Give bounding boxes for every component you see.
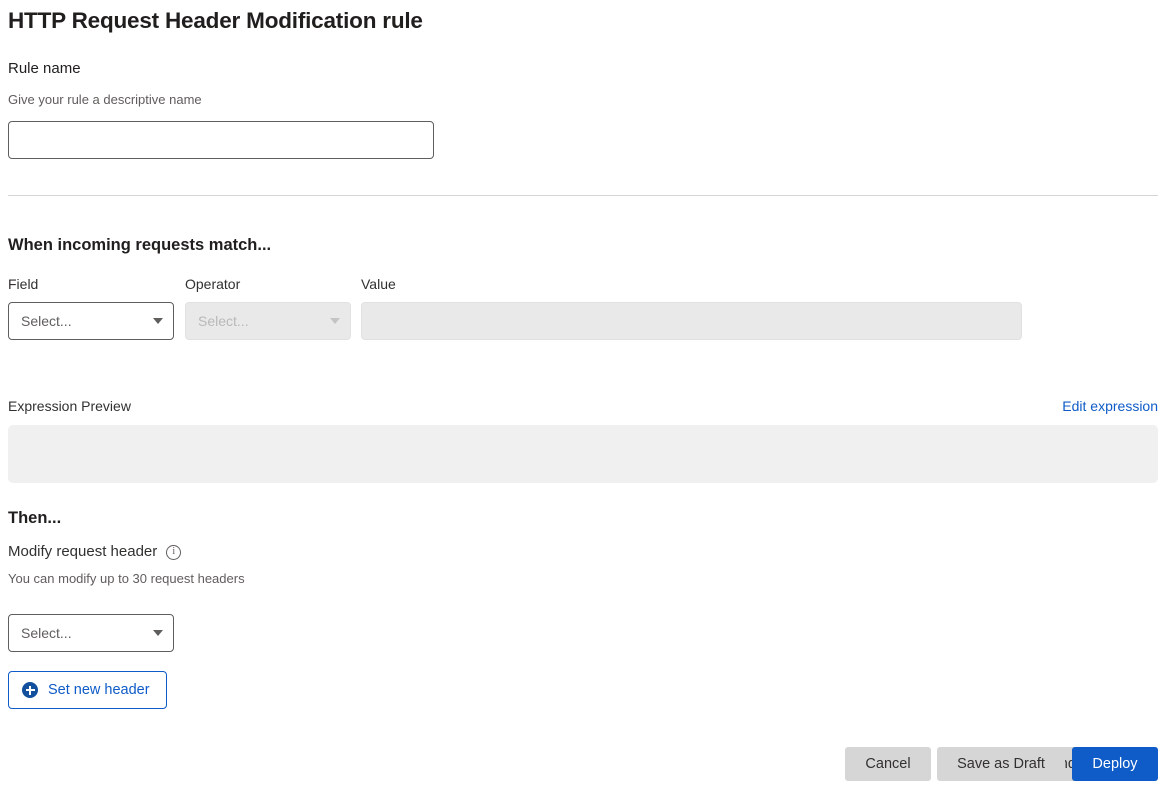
- set-new-header-label: Set new header: [48, 682, 150, 698]
- chevron-down-icon: [153, 630, 163, 636]
- header-action-select-value: Select...: [21, 625, 72, 641]
- field-select-value: Select...: [21, 313, 72, 329]
- modify-request-header-label: Modify request header: [8, 543, 158, 560]
- rule-name-label: Rule name: [8, 60, 81, 77]
- value-column-label: Value: [361, 276, 396, 292]
- modify-header-hint: You can modify up to 30 request headers: [8, 571, 245, 586]
- edit-expression-link[interactable]: Edit expression: [1062, 397, 1158, 416]
- set-new-header-button[interactable]: Set new header: [8, 671, 167, 709]
- save-as-draft-button[interactable]: Save as Draft: [937, 747, 1065, 781]
- expression-preview-label: Expression Preview: [8, 398, 131, 414]
- operator-select[interactable]: Select...: [185, 302, 351, 340]
- expression-preview-box: [8, 425, 1158, 483]
- then-section-heading: Then...: [8, 509, 62, 527]
- operator-select-value: Select...: [198, 313, 249, 329]
- cancel-button[interactable]: Cancel: [845, 747, 931, 781]
- rule-name-description: Give your rule a descriptive name: [8, 92, 202, 107]
- plus-circle-icon: [22, 682, 38, 698]
- operator-column-label: Operator: [185, 276, 241, 292]
- header-action-select[interactable]: Select...: [8, 614, 174, 652]
- deploy-button[interactable]: Deploy: [1072, 747, 1158, 781]
- value-input[interactable]: [361, 302, 1022, 340]
- section-divider: [8, 195, 1158, 196]
- modify-request-header-row: Modify request header i: [8, 542, 182, 562]
- field-column-label: Field: [8, 276, 39, 292]
- info-icon[interactable]: i: [166, 544, 182, 560]
- rule-name-input[interactable]: [8, 121, 434, 159]
- field-select[interactable]: Select...: [8, 302, 174, 340]
- when-section-heading: When incoming requests match...: [8, 236, 272, 254]
- rule-editor-page: HTTP Request Header Modification rule Ru…: [0, 0, 1166, 790]
- page-title: HTTP Request Header Modification rule: [8, 8, 423, 33]
- chevron-down-icon: [330, 318, 340, 324]
- chevron-down-icon: [153, 318, 163, 324]
